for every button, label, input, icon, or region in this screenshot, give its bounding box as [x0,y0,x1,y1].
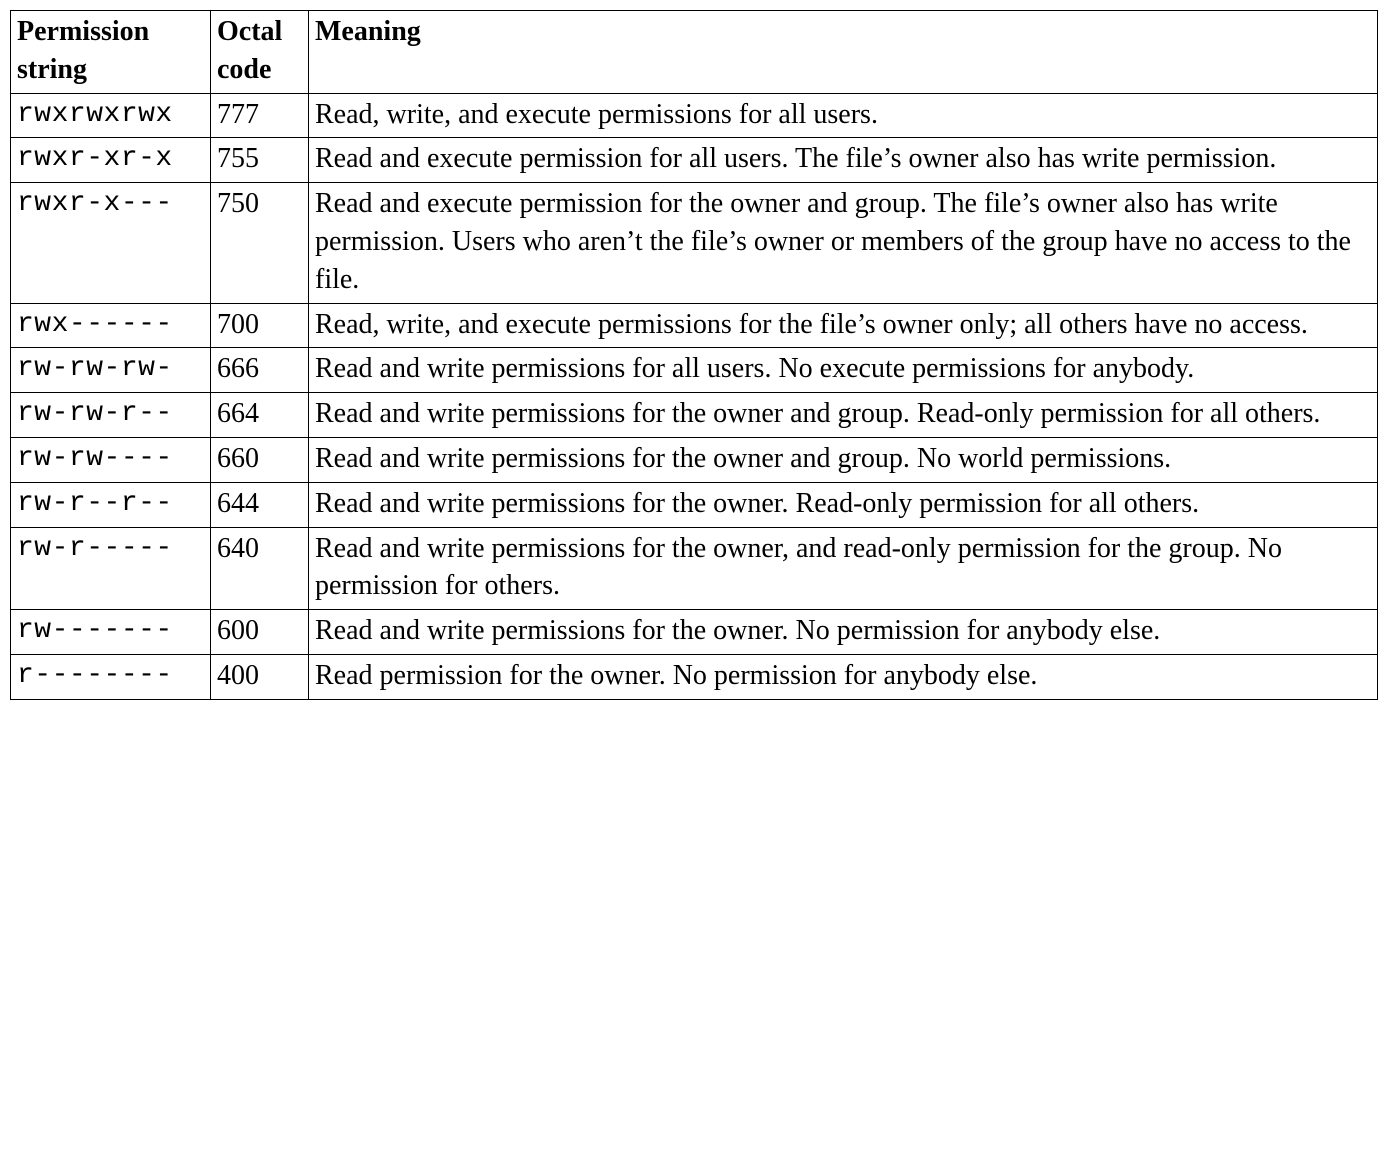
table-row: rw-rw-r-- 664 Read and write permissions… [11,393,1378,438]
header-octal: Octal code [211,11,309,94]
cell-meaning: Read permission for the owner. No permis… [309,654,1378,699]
cell-meaning: Read and write permissions for all users… [309,348,1378,393]
cell-octal: 600 [211,610,309,655]
cell-octal: 700 [211,303,309,348]
cell-meaning: Read, write, and execute permissions for… [309,303,1378,348]
table-header-row: Permission string Octal code Meaning [11,11,1378,94]
cell-permission: rw-rw-r-- [11,393,211,438]
cell-permission: rw-rw-rw- [11,348,211,393]
cell-permission: rw-rw---- [11,437,211,482]
table-row: rwxr-x--- 750 Read and execute permissio… [11,183,1378,303]
cell-meaning: Read and write permissions for the owner… [309,482,1378,527]
cell-octal: 400 [211,654,309,699]
cell-permission: rw------- [11,610,211,655]
cell-permission: rwx------ [11,303,211,348]
table-row: rwx------ 700 Read, write, and execute p… [11,303,1378,348]
cell-permission: rw-r--r-- [11,482,211,527]
cell-meaning: Read and write permissions for the owner… [309,610,1378,655]
cell-meaning: Read and execute permission for all user… [309,138,1378,183]
table-row: rw-rw-rw- 666 Read and write permissions… [11,348,1378,393]
table-row: rw-r----- 640 Read and write permissions… [11,527,1378,610]
cell-meaning: Read and write permissions for the owner… [309,393,1378,438]
header-meaning: Meaning [309,11,1378,94]
cell-permission: rwxr-x--- [11,183,211,303]
cell-octal: 664 [211,393,309,438]
cell-permission: rwxrwxrwx [11,93,211,138]
cell-octal: 644 [211,482,309,527]
table-row: r-------- 400 Read permission for the ow… [11,654,1378,699]
table-row: rw------- 600 Read and write permissions… [11,610,1378,655]
table-row: rwxrwxrwx 777 Read, write, and execute p… [11,93,1378,138]
header-permission: Permission string [11,11,211,94]
cell-meaning: Read and execute permission for the owne… [309,183,1378,303]
table-row: rwxr-xr-x 755 Read and execute permissio… [11,138,1378,183]
table-row: rw-rw---- 660 Read and write permissions… [11,437,1378,482]
cell-meaning: Read, write, and execute permissions for… [309,93,1378,138]
permissions-table: Permission string Octal code Meaning rwx… [10,10,1378,700]
cell-octal: 640 [211,527,309,610]
cell-permission: r-------- [11,654,211,699]
cell-octal: 755 [211,138,309,183]
cell-octal: 660 [211,437,309,482]
cell-permission: rw-r----- [11,527,211,610]
table-row: rw-r--r-- 644 Read and write permissions… [11,482,1378,527]
cell-meaning: Read and write permissions for the owner… [309,527,1378,610]
cell-octal: 666 [211,348,309,393]
cell-octal: 750 [211,183,309,303]
cell-octal: 777 [211,93,309,138]
cell-permission: rwxr-xr-x [11,138,211,183]
cell-meaning: Read and write permissions for the owner… [309,437,1378,482]
